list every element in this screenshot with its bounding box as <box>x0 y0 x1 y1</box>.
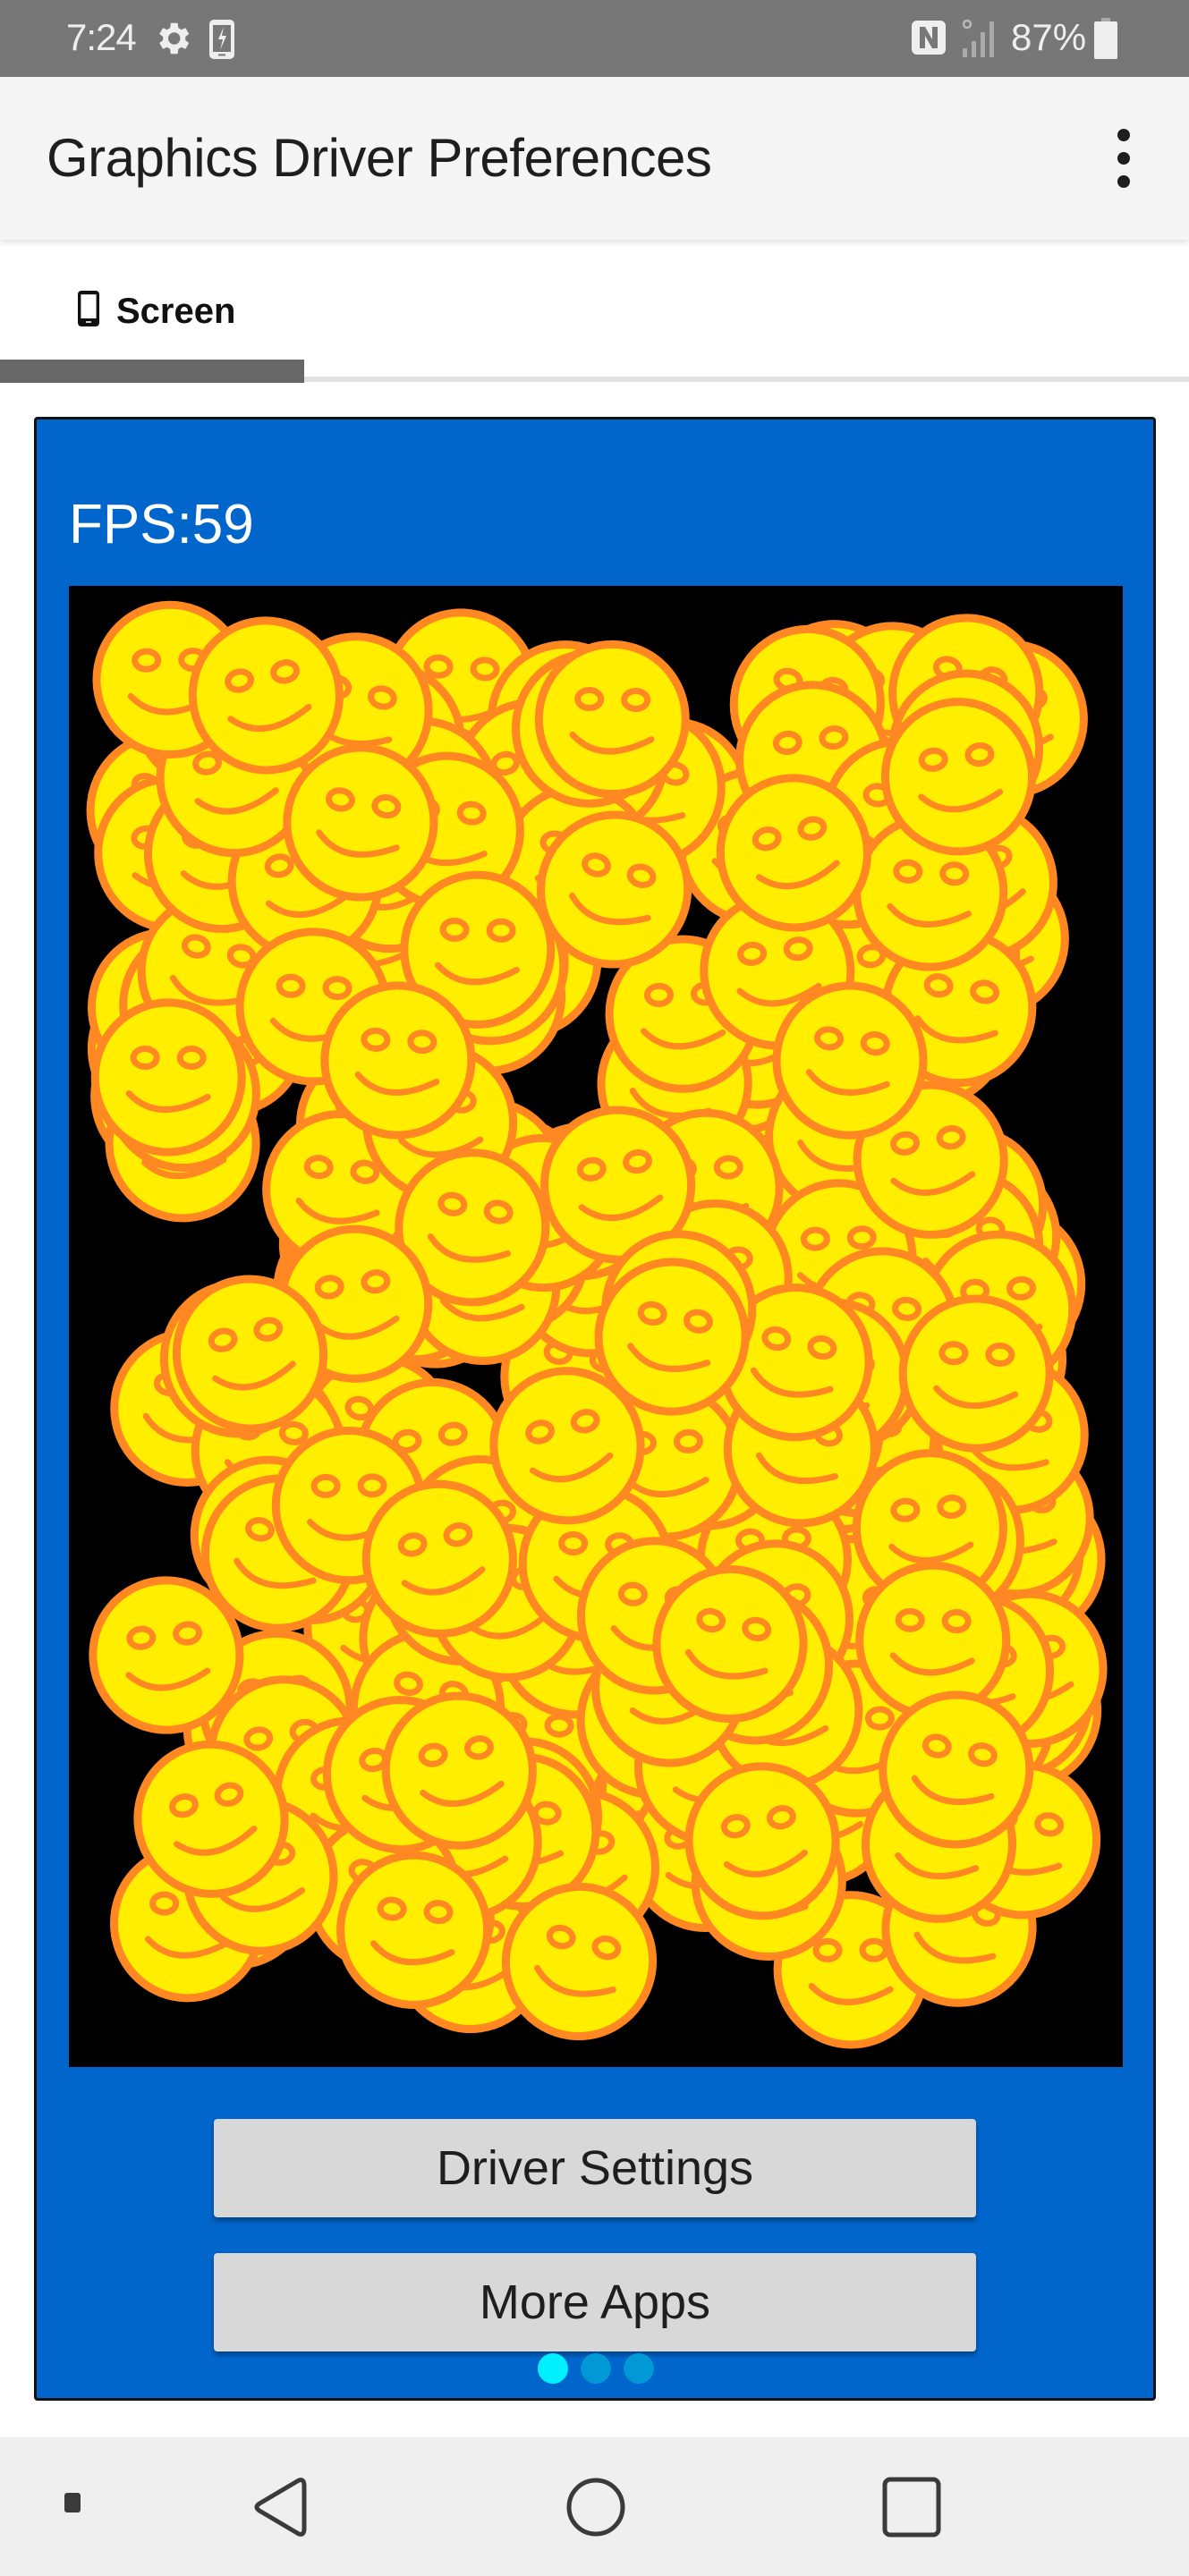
app-bar: Graphics Driver Preferences <box>0 77 1189 240</box>
smiley-canvas-svg <box>86 600 1108 2049</box>
page-title: Graphics Driver Preferences <box>47 128 712 188</box>
smiley-sprite <box>90 998 246 1157</box>
page-dot[interactable] <box>624 2353 654 2384</box>
tab-indicator <box>0 360 304 383</box>
smartphone-icon <box>77 290 100 332</box>
settings-gear-icon <box>152 18 193 64</box>
home-icon[interactable] <box>565 2477 626 2542</box>
signal-icon <box>961 18 998 62</box>
smiley-sprite <box>855 1561 1011 1720</box>
status-time: 7:24 <box>66 16 137 58</box>
nfc-icon <box>911 20 947 60</box>
page-dot[interactable] <box>538 2353 568 2384</box>
driver-settings-button[interactable]: Driver Settings <box>214 2119 976 2217</box>
more-vert-icon <box>1117 129 1130 141</box>
back-icon[interactable] <box>252 2477 308 2542</box>
benchmark-card: FPS:59 Driver Settings More Apps <box>34 417 1156 2401</box>
smiley-sprite <box>898 1294 1054 1453</box>
system-nav-bar <box>0 2437 1189 2576</box>
battery-percent: 87% <box>1011 16 1087 58</box>
recents-icon[interactable] <box>882 2477 941 2542</box>
more-vert-icon-dot <box>1117 175 1130 188</box>
smiley-sprite <box>320 981 476 1140</box>
menu-dot-icon[interactable] <box>64 2493 81 2517</box>
smiley-sprite <box>534 640 690 799</box>
render-canvas[interactable] <box>69 586 1123 2067</box>
fps-counter: FPS:59 <box>69 494 254 555</box>
tab-label: Screen <box>116 292 236 331</box>
more-apps-button[interactable]: More Apps <box>214 2253 976 2351</box>
page-indicator <box>538 2353 672 2385</box>
phone-charging-icon <box>208 18 236 65</box>
status-bar: 7:24 87% <box>0 0 1189 77</box>
overflow-menu-button[interactable] <box>1104 127 1143 190</box>
battery-icon <box>1093 18 1118 64</box>
more-vert-icon-dot <box>1117 152 1130 165</box>
tab-bar: Screen <box>0 240 1189 385</box>
page-dot[interactable] <box>581 2353 611 2384</box>
